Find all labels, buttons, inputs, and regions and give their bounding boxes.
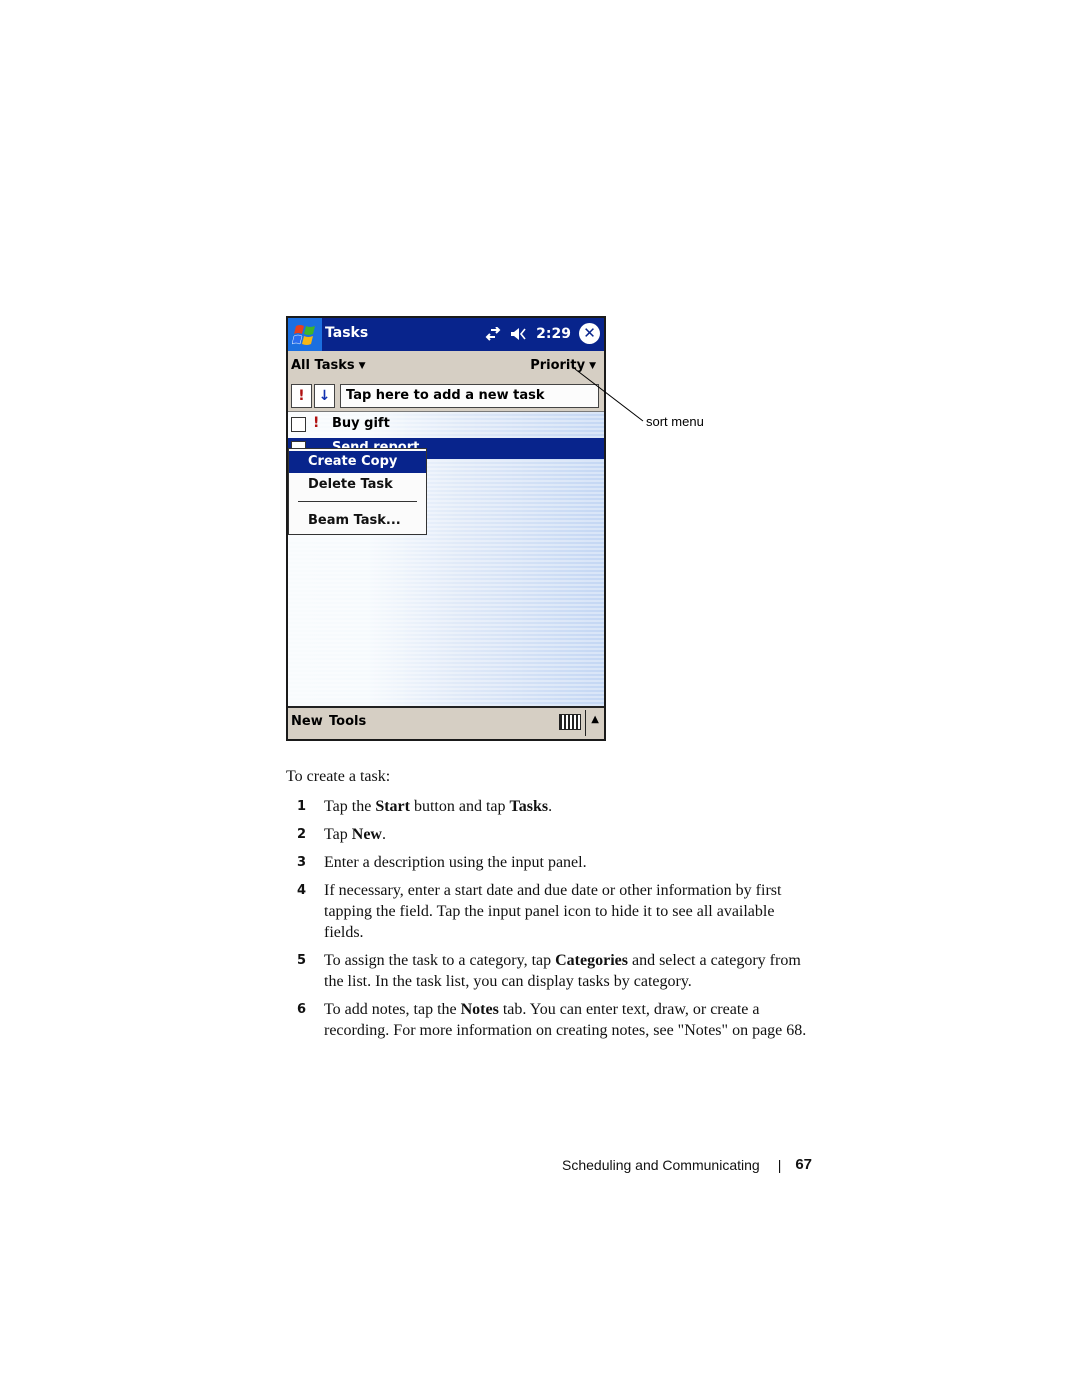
pocketpc-tasks-screenshot: Tasks 2:29 ✕ All Tasks ▼ Priority ▼ ! ↓ …	[286, 316, 606, 741]
page-footer: Scheduling and Communicating | 67	[562, 1156, 812, 1173]
step-emphasis: Categories	[555, 952, 628, 969]
chevron-down-icon: ▼	[589, 361, 596, 371]
menu-item-create-copy[interactable]: Create Copy	[289, 451, 426, 473]
step-text: To add notes, tap the	[324, 1001, 461, 1018]
app-title: Tasks	[325, 325, 369, 341]
sort-menu-label: Priority	[530, 358, 586, 373]
task-checkbox[interactable]	[291, 417, 306, 432]
step-number: 3	[297, 855, 307, 870]
filter-bar: All Tasks ▼ Priority ▼	[288, 351, 604, 382]
input-panel-arrow-icon[interactable]: ▲	[591, 714, 599, 725]
step-emphasis: New	[351, 826, 382, 843]
step-emphasis: Notes	[460, 1001, 499, 1018]
tools-menu-button[interactable]: Tools	[329, 714, 366, 729]
step-item: 3 Enter a description using the input pan…	[286, 852, 816, 873]
chevron-down-icon: ▼	[358, 361, 366, 371]
menu-separator	[298, 501, 417, 502]
step-number: 1	[297, 799, 307, 814]
step-text: To assign the task to a category, tap	[324, 952, 556, 969]
step-number: 5	[297, 953, 307, 968]
step-text: Tap the	[324, 798, 376, 815]
high-priority-icon: !	[313, 415, 320, 431]
status-area: 2:29 ✕	[484, 323, 600, 344]
task-row[interactable]: ! Buy gift	[288, 414, 604, 435]
step-item: 4 If necessary, enter a start date and du…	[286, 880, 816, 943]
bottom-menu-bar: New Tools ▲	[288, 706, 604, 739]
step-text: .	[548, 798, 553, 815]
task-list: ! Buy gift Send report Create Copy Delet…	[288, 412, 604, 708]
exclamation-icon: !	[298, 388, 305, 404]
step-text: Enter a description using the input pane…	[324, 854, 587, 871]
step-item: 6 To add notes, tap the Notes tab. You ca…	[286, 999, 816, 1041]
footer-section-title: Scheduling and Communicating	[562, 1156, 760, 1173]
step-item: 5 To assign the task to a category, tap C…	[286, 950, 816, 992]
menu-item-beam-task[interactable]: Beam Task...	[289, 510, 426, 532]
menu-item-delete-task[interactable]: Delete Task	[289, 474, 426, 496]
sort-menu-dropdown[interactable]: Priority ▼	[530, 358, 596, 373]
step-item: 2 Tap New.	[286, 824, 816, 845]
connectivity-arrows-icon[interactable]	[484, 326, 502, 341]
category-filter-dropdown[interactable]: All Tasks ▼	[291, 358, 366, 373]
task-label: Buy gift	[332, 416, 390, 431]
windows-flag-icon	[292, 324, 315, 345]
priority-button[interactable]: !	[291, 384, 312, 408]
step-text: If necessary, enter a start date and due…	[324, 882, 782, 941]
step-text: .	[381, 826, 386, 843]
new-task-input[interactable]: Tap here to add a new task	[340, 384, 599, 408]
step-number: 2	[297, 827, 307, 842]
step-emphasis: Tasks	[509, 798, 549, 815]
page-number: 67	[795, 1156, 813, 1173]
intro-text: To create a task:	[286, 768, 391, 785]
step-number: 6	[297, 1002, 307, 1017]
title-bar: Tasks 2:29 ✕	[288, 318, 604, 351]
context-menu: Create Copy Delete Task Beam Task...	[288, 448, 427, 535]
menubar-divider	[585, 710, 586, 736]
close-button[interactable]: ✕	[579, 323, 600, 344]
step-item: 1 Tap the Start button and tap Tasks.	[286, 796, 816, 817]
category-filter-label: All Tasks	[291, 358, 355, 373]
step-text: Tap	[324, 826, 352, 843]
step-text: button and tap	[409, 798, 510, 815]
arrow-down-icon: ↓	[318, 388, 331, 404]
close-x-icon: ✕	[583, 324, 596, 342]
start-button[interactable]	[288, 318, 322, 351]
sort-order-button[interactable]: ↓	[314, 384, 335, 408]
footer-separator: |	[777, 1156, 782, 1173]
callout-label-sort-menu: sort menu	[646, 414, 704, 429]
steps-list: 1 Tap the Start button and tap Tasks. 2 Tap…	[286, 796, 816, 1048]
keyboard-icon[interactable]	[559, 714, 581, 730]
clock[interactable]: 2:29	[536, 326, 571, 342]
step-emphasis: Start	[375, 798, 410, 815]
step-number: 4	[297, 883, 307, 898]
entry-bar: ! ↓ Tap here to add a new task	[288, 382, 604, 412]
new-menu-button[interactable]: New	[291, 714, 323, 729]
speaker-icon[interactable]	[510, 326, 528, 342]
